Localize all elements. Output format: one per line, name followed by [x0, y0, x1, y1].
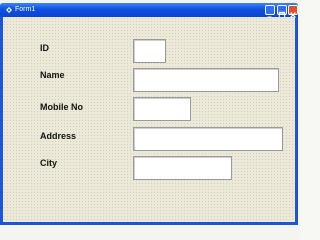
city-field[interactable]: [133, 156, 232, 180]
mobile-no-field[interactable]: [133, 97, 191, 121]
window-title: Form1: [15, 6, 36, 13]
id-field[interactable]: [133, 39, 166, 63]
desktop: Form1 ID Name Mobile No Address City: [0, 0, 300, 240]
form-window: Form1 ID Name Mobile No Address City: [0, 3, 298, 225]
id-label: ID: [40, 43, 49, 53]
name-field[interactable]: [133, 68, 279, 92]
address-field[interactable]: [133, 127, 283, 151]
minimize-button[interactable]: [265, 5, 275, 18]
form-icon: [6, 7, 12, 13]
address-label: Address: [40, 131, 77, 141]
title-bar[interactable]: Form1: [0, 3, 298, 19]
city-label: City: [40, 158, 58, 168]
form-client-area: ID Name Mobile No Address City: [3, 17, 295, 222]
close-button[interactable]: [288, 5, 298, 18]
mobile-no-label: Mobile No: [40, 102, 83, 112]
maximize-button[interactable]: [277, 5, 287, 19]
name-label: Name: [40, 70, 65, 80]
